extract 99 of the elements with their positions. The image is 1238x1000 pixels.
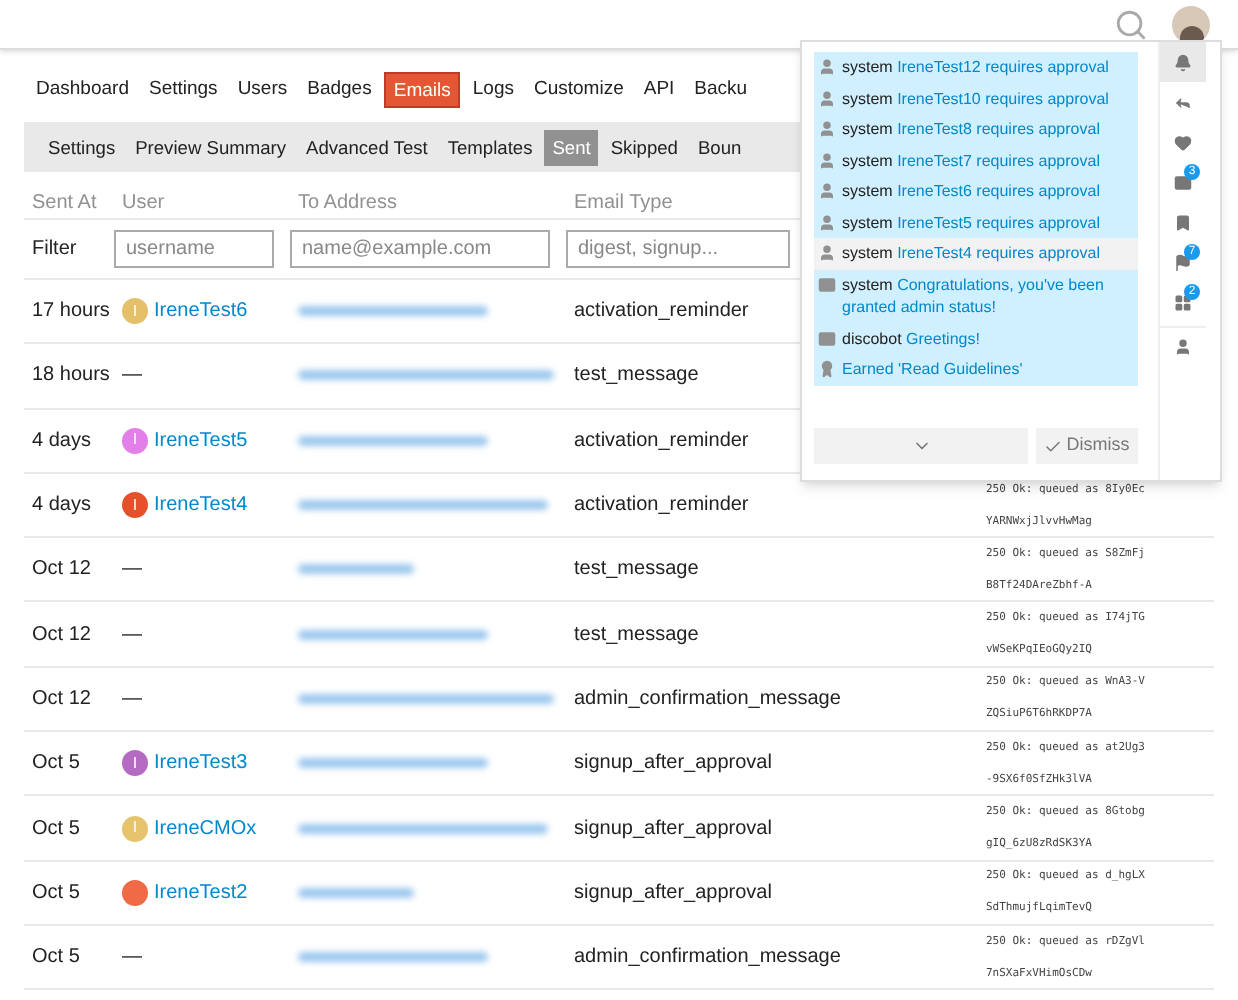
sent-at-cell-text: Oct 12	[30, 685, 93, 714]
user-link[interactable]: IreneCMOx	[154, 813, 257, 844]
user-avatar[interactable]	[1172, 5, 1210, 43]
notification-item[interactable]: system IreneTest10 requires approval	[814, 83, 1138, 114]
email-type-cell: activation_reminder	[574, 494, 749, 517]
notification-text: system IreneTest8 requires approval	[842, 118, 1100, 141]
nav-tab[interactable]: Settings	[140, 72, 226, 108]
subnav-tab[interactable]: Boun	[689, 129, 750, 165]
sent-at-cell-text: 4 days	[30, 427, 93, 456]
notification-item[interactable]: system IreneTest5 requires approval	[814, 207, 1138, 238]
filter-field[interactable]: digest, signup...	[566, 230, 790, 268]
nav-tab[interactable]: Backu	[686, 72, 756, 108]
blurred-address	[298, 887, 414, 898]
panel-tab[interactable]	[1160, 42, 1206, 82]
blurred-address	[298, 564, 414, 575]
nav-tab[interactable]: Logs	[464, 72, 522, 108]
sent-at-cell-text: Oct 5	[30, 879, 82, 908]
subnav-tab[interactable]: Settings	[40, 129, 124, 165]
sent-at-cell-text: Oct 12	[30, 621, 93, 650]
user-icon	[818, 151, 836, 169]
check-icon	[1044, 437, 1063, 455]
user-icon	[818, 89, 836, 107]
notification-item[interactable]: system IreneTest12 requires approval	[814, 52, 1138, 83]
user-avatar[interactable]	[122, 879, 148, 906]
column-header: Email Type	[572, 190, 675, 218]
user-link[interactable]: IreneTest4	[154, 490, 248, 521]
user-icon	[818, 182, 836, 200]
user-icon	[818, 58, 836, 76]
filter-field[interactable]: username	[114, 230, 274, 268]
notification-text: Earned 'Read Guidelines'	[842, 358, 1023, 381]
user-link[interactable]: IreneTest5	[154, 425, 248, 456]
nav-tab[interactable]: Customize	[525, 72, 632, 108]
user-avatar[interactable]: I	[122, 750, 148, 777]
notification-item[interactable]: discobot Greetings!	[814, 323, 1138, 354]
nav-tab[interactable]: API	[635, 72, 683, 108]
user-cell-text: —	[122, 556, 142, 585]
heart-icon	[1174, 133, 1192, 151]
user-link[interactable]: IreneTest6	[154, 296, 248, 327]
sent-at-cell-text: Oct 12	[30, 556, 93, 585]
notification-item[interactable]: system IreneTest4 requires approval	[814, 238, 1138, 269]
filter-field[interactable]: name@example.com	[290, 230, 550, 268]
user-cell-text: —	[122, 944, 142, 973]
subnav-tab[interactable]: Templates	[439, 129, 541, 165]
nav-tab[interactable]: Dashboard	[28, 72, 137, 108]
user-icon	[818, 213, 836, 231]
notification-text: system IreneTest10 requires approval	[842, 87, 1109, 110]
user-link[interactable]: IreneTest2	[154, 877, 248, 908]
notification-text: system IreneTest4 requires approval	[842, 242, 1100, 265]
notification-item[interactable]: system IreneTest6 requires approval	[814, 176, 1138, 207]
sent-at-cell-text: Oct 5	[30, 815, 82, 844]
notification-text: system IreneTest7 requires approval	[842, 149, 1100, 172]
user-icon	[818, 244, 836, 262]
sent-at-cell-text: 4 days	[30, 492, 93, 521]
filter-label: Filter	[30, 236, 79, 264]
email-type-cell: test_message	[574, 558, 699, 581]
email-type-cell: activation_reminder	[574, 300, 749, 323]
badge-icon	[818, 360, 836, 378]
email-type-cell: signup_after_approval	[574, 881, 772, 904]
notification-item[interactable]: system IreneTest8 requires approval	[814, 114, 1138, 145]
user-cell-text: —	[122, 362, 142, 391]
search-icon[interactable]	[1114, 7, 1148, 41]
email-type-cell: admin_confirmation_message	[574, 687, 841, 710]
email-type-cell: test_message	[574, 623, 699, 646]
reply-icon	[1174, 93, 1192, 111]
user-avatar[interactable]: I	[122, 492, 148, 519]
user-icon	[1174, 338, 1192, 356]
user-cell-text: —	[122, 621, 142, 650]
nav-tab[interactable]: Emails	[383, 72, 461, 108]
notification-text: system Congratulations, you've been granted admin status!	[842, 273, 1106, 319]
flag-icon	[1174, 253, 1192, 271]
dismiss-button[interactable]: Dismiss	[1036, 428, 1138, 464]
user-icon	[818, 120, 836, 138]
user-link[interactable]: IreneTest3	[154, 748, 248, 779]
notification-text: system IreneTest5 requires approval	[842, 211, 1100, 234]
nav-tab[interactable]: Users	[229, 72, 296, 108]
notification-text: discobot Greetings!	[842, 327, 980, 350]
notification-text: system IreneTest12 requires approval	[842, 56, 1109, 79]
column-header: Sent At	[30, 190, 99, 218]
email-type-cell: activation_reminder	[574, 429, 749, 452]
bell-icon	[1174, 53, 1192, 71]
sent-at-cell-text: 17 hours	[30, 298, 112, 327]
column-header: User	[120, 190, 167, 218]
email-type-cell: admin_confirmation_message	[574, 946, 841, 969]
sent-at-cell-text: Oct 5	[30, 750, 82, 779]
notification-item[interactable]: system IreneTest7 requires approval	[814, 145, 1138, 176]
bookmark-icon	[1174, 213, 1192, 231]
sent-at-cell-text: Oct 5	[30, 944, 82, 973]
email-type-cell: signup_after_approval	[574, 817, 772, 840]
user-cell-text: —	[122, 685, 142, 714]
subnav-tab[interactable]: Skipped	[602, 129, 686, 165]
subnav-tab[interactable]: Preview Summary	[127, 129, 295, 165]
notification-item[interactable]: system Congratulations, you've been granted admin status!	[814, 269, 1138, 323]
subnav-tab[interactable]: Advanced Test	[298, 129, 436, 165]
sent-at-cell-text: 18 hours	[30, 362, 112, 391]
notification-text: system IreneTest6 requires approval	[842, 180, 1100, 203]
email-type-cell: signup_after_approval	[574, 752, 772, 775]
email-type-cell: test_message	[574, 364, 699, 387]
column-header: To Address	[296, 190, 399, 218]
nav-tab[interactable]: Badges	[299, 72, 380, 108]
